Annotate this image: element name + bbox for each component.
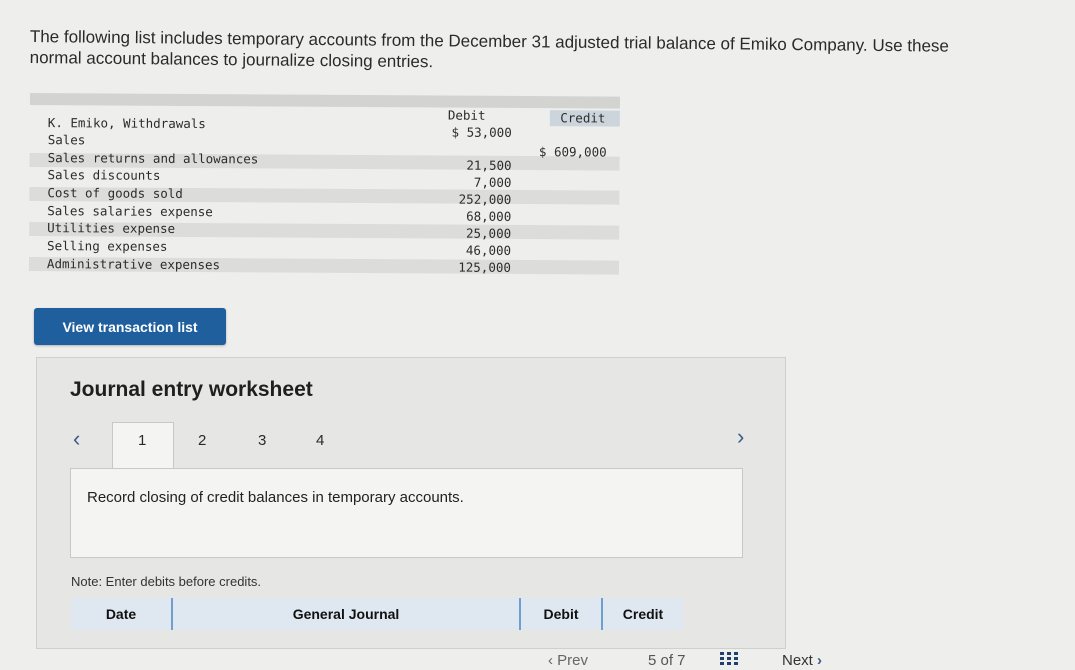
account-name: Sales salaries expense (47, 203, 213, 220)
debit-amount: 252,000 (458, 191, 512, 207)
chevron-right-icon[interactable]: › (737, 424, 744, 450)
view-transaction-list-button[interactable]: View transaction list (34, 308, 226, 345)
tab-2[interactable]: 2 (198, 432, 206, 449)
credit-column-header: Credit (560, 110, 606, 126)
instruction-text: Record closing of credit balances in tem… (87, 489, 464, 506)
debit-amount: 25,000 (465, 225, 512, 241)
trial-balance-header-bar (29, 93, 620, 109)
account-name: Sales (47, 132, 86, 148)
debit-amount: 68,000 (466, 208, 512, 224)
worksheet-title: Journal entry worksheet (70, 378, 313, 401)
debit-amount: 7,000 (473, 174, 512, 190)
tab-1[interactable]: 1 (138, 432, 146, 449)
instructions: The following list includes temporary ac… (30, 26, 1010, 78)
grid-icon[interactable] (720, 652, 738, 670)
next-button[interactable]: Next › (782, 652, 822, 669)
account-name: Sales returns and allowances (47, 150, 259, 167)
account-name: Administrative expenses (46, 256, 221, 273)
debit-amount: $ 53,000 (451, 124, 512, 140)
chevron-left-icon[interactable]: ‹ (73, 426, 80, 452)
account-name: Utilities expense (47, 220, 176, 236)
prev-label: Prev (557, 652, 589, 669)
account-name: Cost of goods sold (47, 185, 183, 201)
journal-entry-worksheet: Journal entry worksheet ‹ 1 2 3 4 › Reco… (36, 357, 786, 649)
debit-column-header: Debit (447, 107, 486, 123)
account-name: K. Emiko, Withdrawals (47, 115, 206, 132)
tab-4[interactable]: 4 (316, 432, 324, 449)
debit-amount: 21,500 (466, 157, 512, 173)
next-label: Next (782, 652, 813, 669)
date-column-header: Date (71, 598, 171, 630)
instruction-box: Record closing of credit balances in tem… (70, 468, 743, 558)
tab-3[interactable]: 3 (258, 432, 266, 449)
trial-balance-table: Debit Credit K. Emiko, Withdrawals Sales… (28, 93, 620, 277)
account-name: Selling expenses (47, 238, 168, 254)
debit-amount: 125,000 (458, 259, 511, 275)
general-journal-column-header: General Journal (173, 598, 519, 630)
credit-amount: $ 609,000 (538, 144, 607, 160)
debit-column-header: Debit (521, 598, 601, 630)
general-journal-header: Date General Journal Debit Credit (71, 598, 683, 630)
prev-button[interactable]: ‹ Prev (548, 652, 588, 669)
debit-amount: 46,000 (465, 242, 512, 258)
credit-column-header: Credit (603, 598, 683, 630)
chevron-right-icon: › (817, 652, 823, 669)
account-name: Sales discounts (47, 167, 161, 183)
chevron-left-icon: ‹ (548, 652, 553, 669)
page-indicator: 5 of 7 (648, 652, 686, 669)
note-text: Note: Enter debits before credits. (71, 574, 262, 589)
